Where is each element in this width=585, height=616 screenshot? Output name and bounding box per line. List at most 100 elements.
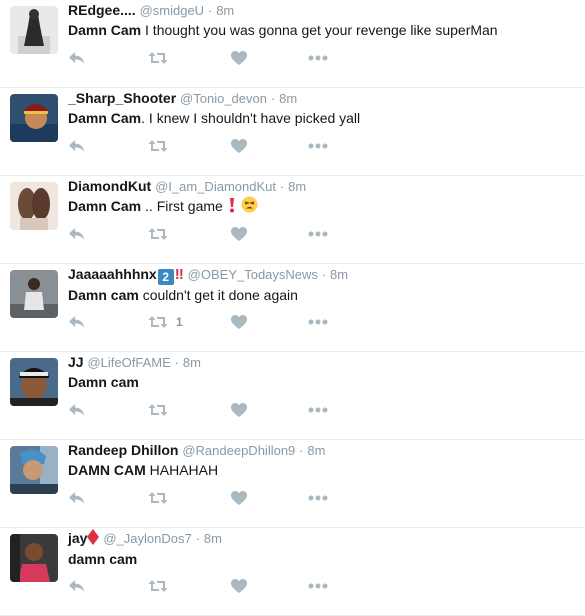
tweet[interactable]: jay @_JaylonDos7 · 8m damn cam: [0, 528, 585, 616]
tweet-text-rest: HAHAHAH: [145, 462, 219, 478]
double-exclamation-emoji-icon: ‼: [174, 266, 184, 283]
display-name[interactable]: Randeep Dhillon: [68, 442, 178, 458]
more-button[interactable]: [308, 226, 328, 242]
retweet-button[interactable]: 1: [148, 314, 183, 330]
retweet-button[interactable]: [148, 402, 176, 418]
separator-dot: ·: [321, 267, 327, 282]
tweet[interactable]: _Sharp_Shooter @Tonio_devon · 8m Damn Ca…: [0, 88, 585, 176]
avatar[interactable]: [10, 534, 58, 582]
like-button[interactable]: [231, 578, 247, 594]
separator-dot: ·: [174, 355, 179, 370]
retweet-icon: [148, 140, 168, 152]
tweet-text-bold: Damn Cam: [68, 198, 142, 214]
like-button[interactable]: [231, 226, 247, 242]
username[interactable]: @RandeepDhillon9: [182, 443, 295, 458]
tweet[interactable]: JJ @LifeOfFAME · 8m Damn cam: [0, 352, 585, 440]
avatar[interactable]: [10, 182, 58, 230]
more-button[interactable]: [308, 314, 328, 330]
username[interactable]: @_JaylonDos7: [103, 531, 191, 546]
tweet-header: Jaaaaahhhnx 2 ‼ @OBEY_TodaysNews · 8m: [68, 265, 577, 285]
tweet[interactable]: Jaaaaahhhnx 2 ‼ @OBEY_TodaysNews · 8m Damn…: [0, 264, 585, 352]
more-dots-icon: [308, 583, 328, 589]
heart-icon: [231, 403, 247, 417]
retweet-button[interactable]: [148, 490, 176, 506]
username[interactable]: @OBEY_TodaysNews: [188, 267, 318, 282]
retweet-icon: [148, 228, 168, 240]
tweet-text-bold: Damn cam: [68, 374, 139, 390]
like-button[interactable]: [231, 138, 247, 154]
keycap-digit-emoji-icon: 2: [157, 269, 174, 285]
avatar[interactable]: [10, 270, 58, 318]
tweet-actions: [68, 578, 368, 594]
more-button[interactable]: [308, 578, 328, 594]
tweet-text: Damn Cam. I knew I shouldn't have picked…: [68, 108, 577, 128]
username[interactable]: @LifeOfFAME: [87, 355, 170, 370]
username[interactable]: @Tonio_devon: [180, 91, 267, 106]
display-name[interactable]: DiamondKut: [68, 178, 151, 194]
tweet-text-rest: .. First game: [141, 198, 227, 214]
timestamp[interactable]: 8m: [279, 91, 297, 106]
retweet-button[interactable]: [148, 50, 176, 66]
reply-button[interactable]: [68, 50, 85, 66]
retweet-icon: [148, 316, 168, 328]
more-dots-icon: [308, 143, 328, 149]
username[interactable]: @smidgeU: [140, 3, 205, 18]
retweet-count: 1: [176, 315, 183, 329]
timestamp[interactable]: 8m: [330, 267, 348, 282]
exclamation-emoji-icon: [227, 197, 237, 218]
tweet-header: DiamondKut @I_am_DiamondKut · 8m: [68, 177, 577, 196]
timestamp[interactable]: 8m: [216, 3, 234, 18]
heart-icon: [231, 579, 247, 593]
more-button[interactable]: [308, 402, 328, 418]
retweet-button[interactable]: [148, 226, 176, 242]
display-name[interactable]: _Sharp_Shooter: [68, 90, 176, 106]
more-button[interactable]: [308, 490, 328, 506]
more-dots-icon: [308, 231, 328, 237]
separator-dot: ·: [299, 443, 304, 458]
display-name[interactable]: jay: [68, 530, 87, 546]
reply-button[interactable]: [68, 402, 85, 418]
display-name[interactable]: REdgee....: [68, 2, 136, 18]
reply-icon: [69, 316, 84, 328]
avatar[interactable]: [10, 358, 58, 406]
tweet-header: Randeep Dhillon @RandeepDhillon9 · 8m: [68, 441, 577, 460]
tweet[interactable]: REdgee.... @smidgeU · 8m Damn Cam I thou…: [0, 0, 585, 88]
heart-icon: [231, 51, 247, 65]
retweet-button[interactable]: [148, 138, 176, 154]
username[interactable]: @I_am_DiamondKut: [155, 179, 276, 194]
heart-icon: [231, 139, 247, 153]
like-button[interactable]: [231, 490, 247, 506]
reply-icon: [69, 580, 84, 592]
more-button[interactable]: [308, 138, 328, 154]
display-name[interactable]: Jaaaaahhhnx: [68, 266, 157, 282]
tweet[interactable]: Randeep Dhillon @RandeepDhillon9 · 8m DA…: [0, 440, 585, 528]
reply-icon: [69, 228, 84, 240]
reply-button[interactable]: [68, 578, 85, 594]
avatar[interactable]: [10, 94, 58, 142]
reply-button[interactable]: [68, 314, 85, 330]
timestamp[interactable]: 8m: [204, 531, 222, 546]
tweet-text-bold: damn cam: [68, 551, 138, 567]
reply-button[interactable]: [68, 490, 85, 506]
tweet-actions: 1: [68, 314, 368, 330]
tweet-text-bold: DAMN CAM: [68, 462, 146, 478]
like-button[interactable]: [231, 402, 247, 418]
timestamp[interactable]: 8m: [288, 179, 306, 194]
reply-icon: [69, 140, 84, 152]
display-name[interactable]: JJ: [68, 354, 84, 370]
heart-icon: [231, 227, 247, 241]
like-button[interactable]: [231, 314, 247, 330]
retweet-button[interactable]: [148, 578, 176, 594]
tweet-header: JJ @LifeOfFAME · 8m: [68, 353, 577, 372]
reply-button[interactable]: [68, 138, 85, 154]
reply-button[interactable]: [68, 226, 85, 242]
timestamp[interactable]: 8m: [307, 443, 325, 458]
more-button[interactable]: [308, 50, 328, 66]
avatar[interactable]: [10, 6, 58, 54]
retweet-icon: [148, 52, 168, 64]
avatar[interactable]: [10, 446, 58, 494]
timestamp[interactable]: 8m: [183, 355, 201, 370]
tweet[interactable]: DiamondKut @I_am_DiamondKut · 8m Damn Ca…: [0, 176, 585, 264]
like-button[interactable]: [231, 50, 247, 66]
tweet-actions: [68, 50, 368, 66]
